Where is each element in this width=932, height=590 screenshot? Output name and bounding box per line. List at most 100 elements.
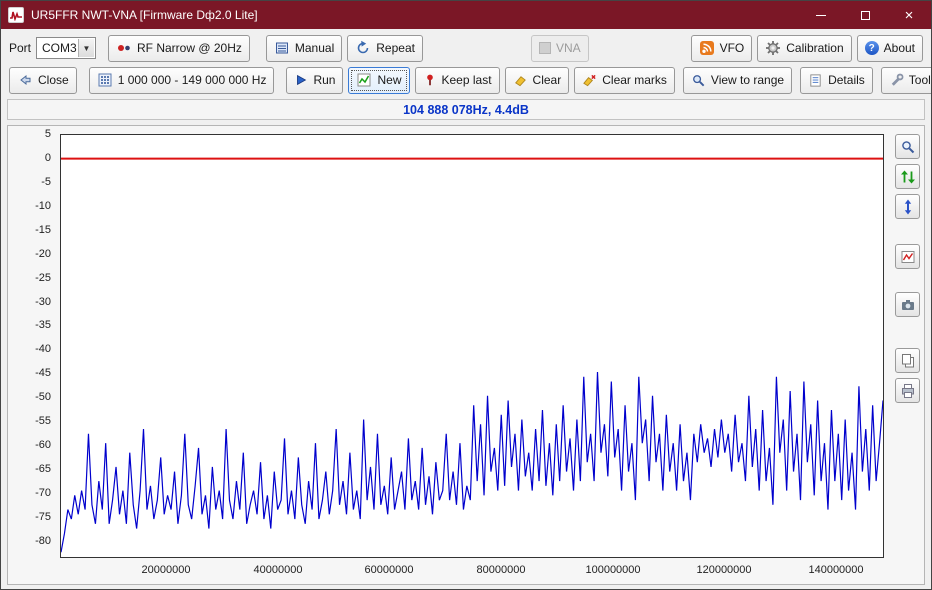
port-value: COM3 <box>42 41 77 55</box>
toolbar-bottom: Close 1 000 000 - 149 000 000 Hz Run <box>1 65 931 95</box>
details-label: Details <box>828 73 865 87</box>
document-icon <box>808 73 823 88</box>
port-label: Port <box>9 41 31 55</box>
new-chart-icon <box>356 72 372 88</box>
y-tick-label: 5 <box>11 128 51 140</box>
copy-button[interactable] <box>895 348 920 373</box>
window-title: UR5FFR NWT-VNA [Firmware Dф2.0 Lite] <box>31 8 258 22</box>
x-tick-label: 60000000 <box>355 564 423 576</box>
vna-button: VNA <box>531 35 589 62</box>
y-tick-label: -70 <box>11 487 51 499</box>
plot-area[interactable] <box>60 134 884 558</box>
keep-last-label: Keep last <box>442 73 492 87</box>
chart-panel: 50-5-10-15-20-25-30-35-40-45-50-55-60-65… <box>7 125 925 585</box>
measurement-readout: 104 888 078Hz, 4.4dB <box>403 103 529 117</box>
y-tick-label: -40 <box>11 343 51 355</box>
y-tick-label: -35 <box>11 319 51 331</box>
y-tick-label: -75 <box>11 511 51 523</box>
chart-image-icon <box>900 249 916 265</box>
chevron-down-icon: ▼ <box>78 39 94 57</box>
back-arrow-icon <box>17 72 33 88</box>
camera-button[interactable] <box>895 292 920 317</box>
x-tick-label: 40000000 <box>244 564 312 576</box>
calibration-label: Calibration <box>786 41 843 55</box>
vertical-range-icon <box>900 199 916 215</box>
y-tick-label: -80 <box>11 535 51 547</box>
run-label: Run <box>313 73 335 87</box>
x-tick-label: 100000000 <box>579 564 647 576</box>
view-to-range-button[interactable]: View to range <box>683 67 792 94</box>
keypad-icon <box>97 72 113 88</box>
rf-mode-icon <box>116 40 132 56</box>
x-tick-label: 120000000 <box>690 564 758 576</box>
y-tick-label: -15 <box>11 224 51 236</box>
app-window: UR5FFR NWT-VNA [Firmware Dф2.0 Lite] × P… <box>0 0 932 590</box>
toolbar-top: Port COM3 ▼ RF Narrow @ 20Hz Manual Repe… <box>1 33 931 63</box>
y-tick-label: -60 <box>11 439 51 451</box>
copy-icon <box>900 353 916 369</box>
trace-svg <box>61 135 883 557</box>
vfo-icon <box>699 40 715 56</box>
print-button[interactable] <box>895 378 920 403</box>
about-label: About <box>884 41 915 55</box>
port-select[interactable]: COM3 ▼ <box>36 37 96 59</box>
manual-icon <box>274 40 290 56</box>
frequency-range-button[interactable]: 1 000 000 - 149 000 000 Hz <box>89 67 275 94</box>
status-bar: 104 888 078Hz, 4.4dB <box>7 99 925 120</box>
rf-mode-label: RF Narrow @ 20Hz <box>137 41 242 55</box>
minimize-icon[interactable] <box>799 1 843 29</box>
gear-icon <box>765 40 781 56</box>
pin-icon <box>423 73 437 87</box>
chart-image-button[interactable] <box>895 244 920 269</box>
about-button[interactable]: ? About <box>857 35 923 62</box>
tools-label: Tools <box>909 73 932 87</box>
close-icon[interactable]: × <box>887 1 931 29</box>
calibration-button[interactable]: Calibration <box>757 35 851 62</box>
sweep-trace <box>61 372 883 552</box>
close-connection-button[interactable]: Close <box>9 67 77 94</box>
y-tick-label: -20 <box>11 248 51 260</box>
view-to-range-label: View to range <box>711 73 784 87</box>
app-icon <box>8 7 24 23</box>
fit-scale-icon <box>900 169 916 185</box>
close-label: Close <box>38 73 69 87</box>
manual-button[interactable]: Manual <box>266 35 342 62</box>
y-tick-label: -55 <box>11 415 51 427</box>
tools-button[interactable]: Tools <box>881 67 932 94</box>
fit-scale-button[interactable] <box>895 164 920 189</box>
zoom-button[interactable] <box>895 134 920 159</box>
run-button[interactable]: Run <box>286 67 343 94</box>
repeat-button[interactable]: Repeat <box>347 35 423 62</box>
y-tick-label: -25 <box>11 272 51 284</box>
y-tick-label: -45 <box>11 367 51 379</box>
y-tick-label: -30 <box>11 296 51 308</box>
vna-label: VNA <box>556 41 581 55</box>
rf-mode-button[interactable]: RF Narrow @ 20Hz <box>108 35 250 62</box>
camera-icon <box>900 297 916 313</box>
y-tick-label: 0 <box>11 152 51 164</box>
question-icon: ? <box>865 41 879 55</box>
titlebar: UR5FFR NWT-VNA [Firmware Dф2.0 Lite] × <box>1 1 931 29</box>
clear-button[interactable]: Clear <box>505 67 570 94</box>
clear-marks-button[interactable]: Clear marks <box>574 67 675 94</box>
new-button[interactable]: New <box>348 67 409 94</box>
zoom-icon <box>900 139 916 155</box>
manual-label: Manual <box>295 41 334 55</box>
y-axis: 50-5-10-15-20-25-30-35-40-45-50-55-60-65… <box>8 134 55 558</box>
x-axis: 20000000 40000000 60000000 80000000 10000000… <box>60 564 884 580</box>
x-tick-label: 20000000 <box>132 564 200 576</box>
play-icon <box>294 73 308 87</box>
magnifier-icon <box>691 73 706 88</box>
x-tick-label: 80000000 <box>467 564 535 576</box>
vna-icon <box>539 42 551 54</box>
details-button[interactable]: Details <box>800 67 873 94</box>
vertical-range-button[interactable] <box>895 194 920 219</box>
maximize-icon[interactable] <box>843 1 887 29</box>
print-icon <box>900 383 916 399</box>
keep-last-button[interactable]: Keep last <box>415 67 500 94</box>
clear-marks-label: Clear marks <box>602 73 667 87</box>
x-tick-label: 140000000 <box>802 564 870 576</box>
repeat-label: Repeat <box>376 41 415 55</box>
eraser-marks-icon <box>582 73 597 88</box>
vfo-button[interactable]: VFO <box>691 35 753 62</box>
